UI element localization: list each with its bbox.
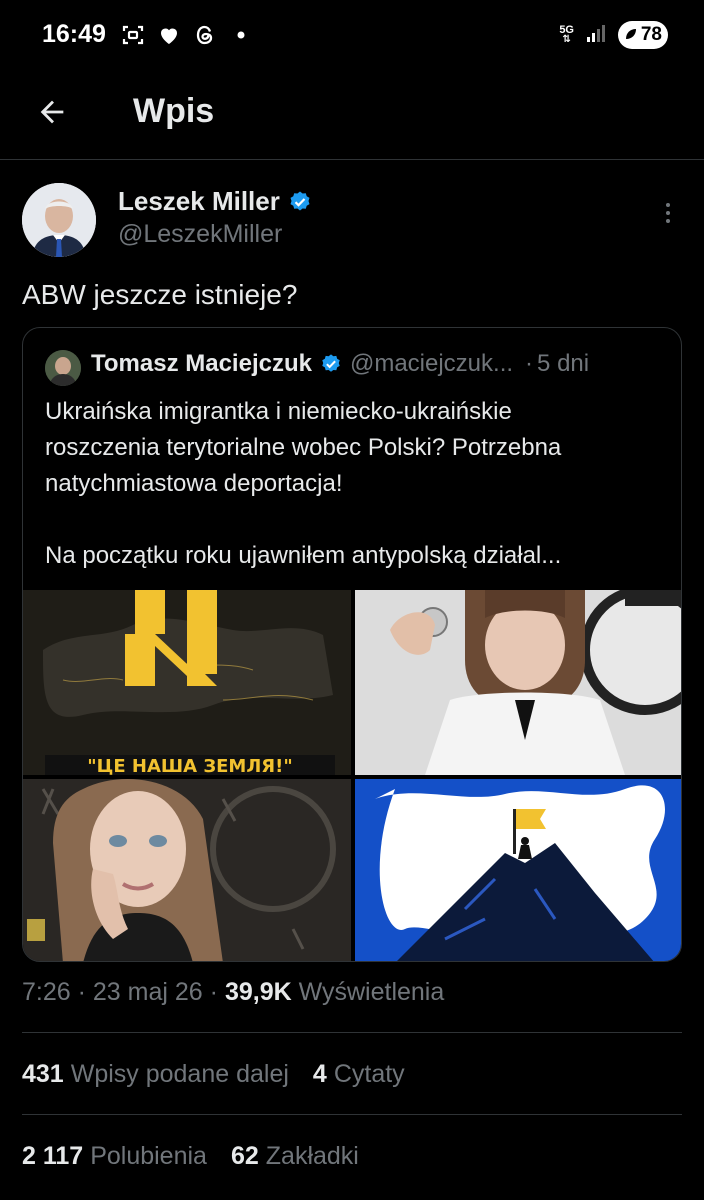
network-indicator: 5G ⇅ (559, 24, 574, 45)
verified-badge-icon (322, 354, 340, 372)
status-time: 16:49 (42, 20, 106, 48)
divider (22, 1032, 682, 1033)
verified-badge-icon (290, 191, 310, 210)
more-options-button[interactable] (655, 198, 681, 228)
media-image-woman-holding-coin[interactable] (355, 590, 681, 775)
post-time: 7:26 (22, 978, 71, 1006)
author-name-text: Leszek Miller (118, 186, 280, 216)
quoted-text-line: roszczenia terytorialne wobec Polski? Po… (45, 434, 562, 461)
back-button[interactable] (30, 90, 74, 134)
status-bar: 16:49 5G ⇅ 78 (0, 0, 704, 72)
media-image-mountain-flag[interactable] (355, 779, 681, 961)
quoted-author-handle: @maciejczuk... (349, 350, 514, 377)
quotes-label: Cytaty (333, 1060, 405, 1088)
back-arrow-icon (40, 100, 64, 124)
reposts-stat[interactable]: 431 Wpisy podane dalej (22, 1060, 289, 1089)
bookmarks-count: 62 (230, 1142, 259, 1170)
more-vertical-icon (666, 203, 670, 207)
reposts-label: Wpisy podane dalej (70, 1060, 289, 1088)
page-title: Wpis (133, 92, 215, 130)
heart-icon (156, 22, 182, 48)
quotes-count: 4 (312, 1060, 327, 1088)
author-name[interactable]: Leszek Miller (118, 186, 312, 217)
quoted-author-avatar (45, 350, 81, 386)
dot-icon (228, 22, 254, 48)
post-meta: 7:26 · 23 maj 26 · 39,9K Wyświetlenia (22, 978, 445, 1006)
likes-stat[interactable]: 2 117 Polubienia (22, 1142, 207, 1171)
media-image-map-emblem[interactable]: "ЦЕ НАША ЗЕМЛЯ!" (23, 590, 351, 775)
engagement-stats-row-1: 431 Wpisy podane dalej 4 Cytaty (22, 1060, 405, 1089)
quoted-post-text: Ukraińska imigrantka i niemiecko-ukraińs… (45, 394, 665, 574)
status-notification-icons (120, 22, 254, 48)
author-avatar[interactable] (22, 183, 96, 257)
status-system-icons: 5G ⇅ 78 (559, 21, 668, 49)
quoted-text-line: Ukraińska imigrantka i niemiecko-ukraińs… (45, 398, 512, 425)
engagement-stats-row-2: 2 117 Polubienia 62 Zakładki (22, 1142, 359, 1171)
screenshot-icon (120, 22, 146, 48)
battery-saver-icon (626, 29, 636, 39)
post-text: ABW jeszcze istnieje? (22, 279, 298, 310)
image-caption: "ЦЕ НАША ЗЕМЛЯ!" (87, 756, 292, 775)
divider (22, 1114, 682, 1115)
bookmarks-stat[interactable]: 62 Zakładki (231, 1142, 359, 1171)
likes-count: 2 117 (22, 1142, 84, 1170)
quotes-stat[interactable]: 4 Cytaty (313, 1060, 405, 1089)
quoted-post-card[interactable]: Tomasz Maciejczuk @maciejczuk... · 5 dni… (22, 327, 682, 962)
quoted-author-name: Tomasz Maciejczuk (91, 350, 312, 377)
quoted-text-line: natychmiastowa deportacja! (45, 470, 343, 497)
reposts-count: 431 (22, 1060, 64, 1088)
quoted-post-time: 5 dni (537, 350, 590, 377)
media-image-woman-portrait[interactable] (23, 779, 351, 961)
top-app-bar: Wpis (0, 72, 704, 160)
battery-indicator: 78 (618, 21, 668, 49)
bookmarks-label: Zakładki (265, 1142, 359, 1170)
quoted-text-line: Na początku roku ujawniłem antypolską dz… (45, 542, 562, 569)
likes-label: Polubienia (90, 1142, 207, 1170)
signal-icon (586, 23, 606, 48)
author-handle[interactable]: @LeszekMiller (118, 220, 282, 249)
battery-level: 78 (640, 24, 662, 45)
quoted-media-grid: "ЦЕ НАША ЗЕМЛЯ!" (23, 590, 681, 961)
post-date: 23 maj 26 (92, 978, 203, 1006)
threads-icon (192, 22, 218, 48)
quoted-post-header: Tomasz Maciejczuk @maciejczuk... · 5 dni (91, 350, 590, 377)
views-label: Wyświetlenia (298, 978, 445, 1006)
views-count: 39,9K (224, 978, 292, 1006)
